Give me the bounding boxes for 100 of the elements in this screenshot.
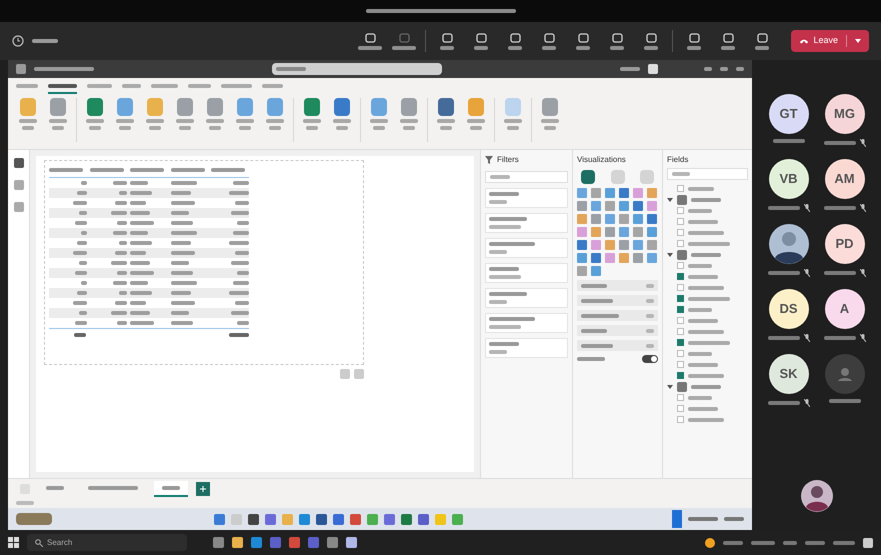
field-well[interactable] — [577, 310, 658, 321]
profile-icon — [648, 64, 658, 74]
toolbar-icon — [544, 32, 555, 42]
filter-card[interactable] — [485, 288, 568, 308]
blurred-text — [688, 374, 724, 378]
app-icon[interactable] — [418, 514, 429, 524]
checkbox[interactable] — [677, 328, 684, 335]
checkbox[interactable] — [677, 306, 684, 313]
app-icon[interactable] — [384, 514, 395, 524]
search-field[interactable] — [667, 168, 748, 180]
blurred-text — [52, 126, 64, 130]
field-well[interactable] — [577, 325, 658, 336]
checkbox[interactable] — [677, 416, 684, 423]
blurred-text — [691, 384, 721, 388]
model-view-icon[interactable] — [14, 202, 24, 212]
filter-card[interactable] — [485, 338, 568, 358]
search-field[interactable] — [272, 63, 442, 75]
page-tab[interactable] — [154, 480, 188, 496]
blurred-text — [113, 181, 128, 185]
checkbox[interactable] — [677, 185, 684, 192]
blurred-text — [74, 221, 87, 225]
blurred-text — [89, 126, 101, 130]
blurred-text — [117, 321, 128, 325]
taskbar-app-icon[interactable] — [289, 537, 300, 548]
taskbar-app-icon[interactable] — [308, 537, 319, 548]
blurred-text — [824, 206, 856, 210]
blurred-text — [489, 325, 521, 329]
blurred-text — [78, 211, 87, 215]
blurred-text — [111, 211, 128, 215]
taskbar-app-icon[interactable] — [251, 537, 262, 548]
toggle-switch[interactable] — [642, 355, 658, 363]
blurred-text — [688, 208, 712, 212]
checkbox[interactable] — [677, 339, 684, 346]
field-well[interactable] — [577, 295, 658, 306]
blurred-text — [176, 119, 194, 123]
checkbox[interactable] — [677, 361, 684, 368]
ribbon-icon — [438, 98, 454, 116]
filter-card[interactable] — [485, 263, 568, 283]
app-icon[interactable] — [248, 514, 259, 524]
checkbox[interactable] — [677, 284, 684, 291]
chevron-icon[interactable] — [667, 252, 673, 258]
blurred-text — [581, 298, 613, 302]
app-icon[interactable] — [214, 514, 225, 524]
filter-card[interactable] — [485, 238, 568, 258]
filter-card[interactable] — [485, 188, 568, 208]
leave-button[interactable]: Leave — [791, 30, 869, 52]
taskbar-app-icon[interactable] — [213, 537, 224, 548]
checkbox[interactable] — [677, 394, 684, 401]
report-view-icon[interactable] — [14, 158, 24, 168]
checkbox[interactable] — [677, 405, 684, 412]
checkbox[interactable] — [677, 240, 684, 247]
chevron-icon[interactable] — [667, 384, 673, 390]
app-icon[interactable] — [265, 514, 276, 524]
taskbar-app-icon[interactable] — [346, 537, 357, 548]
blurred-text — [768, 271, 800, 275]
filter-card[interactable] — [485, 213, 568, 233]
checkbox[interactable] — [677, 295, 684, 302]
blurred-text — [72, 301, 87, 305]
table-view-icon[interactable] — [14, 180, 24, 190]
blurred-text — [74, 332, 86, 336]
field-well[interactable] — [577, 280, 658, 291]
search-field[interactable]: Search — [27, 534, 187, 551]
checkbox[interactable] — [677, 273, 684, 280]
blurred-text — [130, 168, 164, 172]
checkbox[interactable] — [677, 317, 684, 324]
app-icon[interactable] — [401, 514, 412, 524]
checkbox[interactable] — [677, 262, 684, 269]
taskbar-app-icon[interactable] — [327, 537, 338, 548]
filter-card[interactable] — [485, 313, 568, 333]
search-field[interactable] — [485, 171, 568, 183]
blurred-text — [117, 271, 128, 275]
toolbar-icon — [442, 32, 453, 42]
blurred-text — [236, 119, 254, 123]
checkbox[interactable] — [677, 207, 684, 214]
add-page-button[interactable] — [196, 482, 210, 496]
app-icon[interactable] — [316, 514, 327, 524]
notification-icon[interactable] — [863, 538, 873, 548]
windows-start-icon[interactable] — [8, 537, 19, 548]
ribbon-icon — [117, 98, 133, 116]
blurred-text — [266, 119, 284, 123]
weather-widget[interactable] — [16, 513, 52, 525]
checkbox[interactable] — [677, 218, 684, 225]
focus-icon[interactable] — [354, 369, 364, 379]
visual-type-button[interactable] — [581, 170, 595, 184]
taskbar-app-icon[interactable] — [232, 537, 243, 548]
taskbar-app-icon[interactable] — [270, 537, 281, 548]
blurred-text — [149, 126, 161, 130]
checkbox[interactable] — [677, 372, 684, 379]
checkbox[interactable] — [677, 229, 684, 236]
app-icon[interactable] — [350, 514, 361, 524]
field-well[interactable] — [577, 340, 658, 351]
chevron-icon[interactable] — [667, 196, 673, 202]
app-icon[interactable] — [333, 514, 344, 524]
pane-title: Filters — [497, 154, 519, 166]
pane-title: Visualizations — [577, 154, 627, 166]
avatar: GT — [768, 94, 808, 134]
checkbox[interactable] — [677, 350, 684, 357]
ribbon-icon — [267, 98, 283, 116]
blurred-text — [230, 311, 249, 315]
filter-icon[interactable] — [340, 369, 350, 379]
